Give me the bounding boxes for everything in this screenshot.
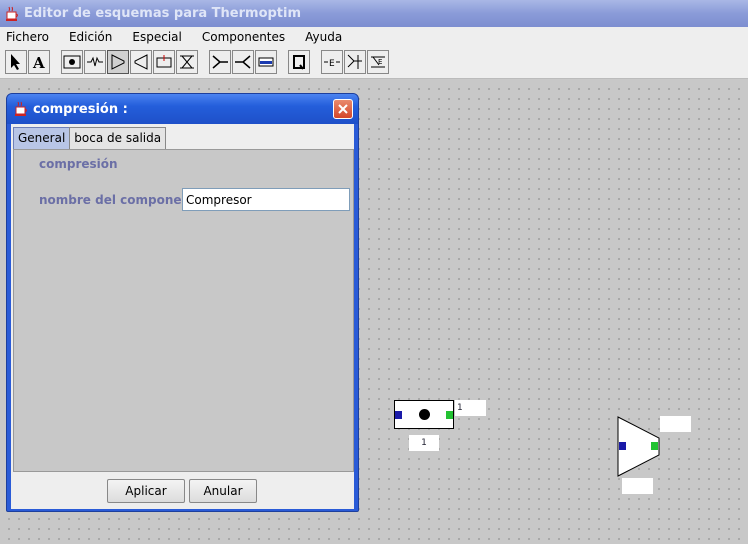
combustion-tool-button[interactable] <box>153 50 175 74</box>
compressor-outlet-port[interactable] <box>651 442 658 450</box>
split-tool-icon: E <box>371 56 385 68</box>
mixer-tool-button[interactable] <box>209 50 231 74</box>
java-cup-icon <box>15 101 27 116</box>
svg-text:E: E <box>378 58 382 66</box>
compressor-symbol-icon[interactable] <box>616 416 662 478</box>
select-tool-button[interactable] <box>5 50 27 74</box>
split-tool-button[interactable]: E <box>367 50 389 74</box>
menu-componentes[interactable]: Componentes <box>192 27 295 47</box>
expansion-valve-tool-icon <box>180 55 194 69</box>
q-tool-button[interactable] <box>288 50 310 74</box>
compressor-inlet-port[interactable] <box>619 442 626 450</box>
text-tool-icon: A <box>32 54 45 71</box>
tab-general[interactable]: General <box>13 127 71 149</box>
node-tool-button[interactable] <box>61 50 83 74</box>
exchange-tool-icon: E <box>324 59 340 69</box>
q-tool-icon <box>293 55 305 70</box>
divider-tool-icon <box>235 55 251 69</box>
close-icon <box>338 104 348 114</box>
component-dialog: compresión : General boca de salida comp… <box>6 93 359 512</box>
menu-edicion[interactable]: Edición <box>59 27 122 47</box>
process-tool-button[interactable] <box>84 50 106 74</box>
node-dot-icon <box>419 409 430 420</box>
compressor-bottom-label[interactable] <box>622 478 653 494</box>
main-title-bar[interactable]: Editor de esquemas para Thermoptim <box>0 0 748 27</box>
heat-exchanger-tool-icon <box>258 57 274 67</box>
tab-bar: General boca de salida <box>13 127 167 149</box>
dialog-title: compresión : <box>33 101 128 117</box>
svg-text:E: E <box>329 59 335 69</box>
connector-tool-icon <box>347 54 362 69</box>
text-tool-button[interactable]: A <box>28 50 50 74</box>
menu-bar: Fichero Edición Especial Componentes Ayu… <box>0 27 748 47</box>
svg-text:A: A <box>32 54 45 71</box>
dialog-body: General boca de salida compresión nombre… <box>11 124 354 509</box>
compressor-tool-button[interactable] <box>107 50 129 74</box>
process-tool-icon <box>87 56 103 67</box>
dialog-close-button[interactable] <box>333 99 353 119</box>
node-bottom-label[interactable]: 1 <box>409 435 439 451</box>
connector-tool-button[interactable] <box>344 50 366 74</box>
component-name-input[interactable] <box>182 188 350 211</box>
menu-fichero[interactable]: Fichero <box>0 27 59 47</box>
cancel-button[interactable]: Anular <box>189 479 257 503</box>
node-component[interactable] <box>394 400 454 429</box>
mixer-tool-icon <box>212 55 228 69</box>
toolbar: A E E <box>0 47 748 79</box>
outlet-port[interactable] <box>446 411 453 419</box>
compressor-tool-icon <box>111 54 125 70</box>
divider-tool-button[interactable] <box>232 50 254 74</box>
section-header: compresión <box>39 157 118 171</box>
menu-especial[interactable]: Especial <box>122 27 191 47</box>
apply-button[interactable]: Aplicar <box>107 479 185 503</box>
turbine-tool-icon <box>134 54 148 70</box>
window-title: Editor de esquemas para Thermoptim <box>24 6 302 21</box>
inlet-port[interactable] <box>395 411 402 419</box>
tab-boca-de-salida[interactable]: boca de salida <box>69 127 167 149</box>
exchange-tool-button[interactable]: E <box>321 50 343 74</box>
dialog-title-bar[interactable]: compresión : <box>7 94 358 124</box>
node-tool-icon <box>63 55 81 69</box>
expansion-valve-tool-button[interactable] <box>176 50 198 74</box>
select-arrow-icon <box>11 54 20 70</box>
compressor-top-label[interactable] <box>660 416 691 432</box>
node-inline-label[interactable]: 1 <box>455 400 486 416</box>
turbine-tool-button[interactable] <box>130 50 152 74</box>
java-cup-icon <box>6 6 18 21</box>
heat-exchanger-tool-button[interactable] <box>255 50 277 74</box>
menu-ayuda[interactable]: Ayuda <box>295 27 352 47</box>
component-name-label: nombre del componente <box>39 193 204 207</box>
general-tab-panel: compresión nombre del componente <box>13 149 354 472</box>
combustion-tool-icon <box>156 55 172 68</box>
